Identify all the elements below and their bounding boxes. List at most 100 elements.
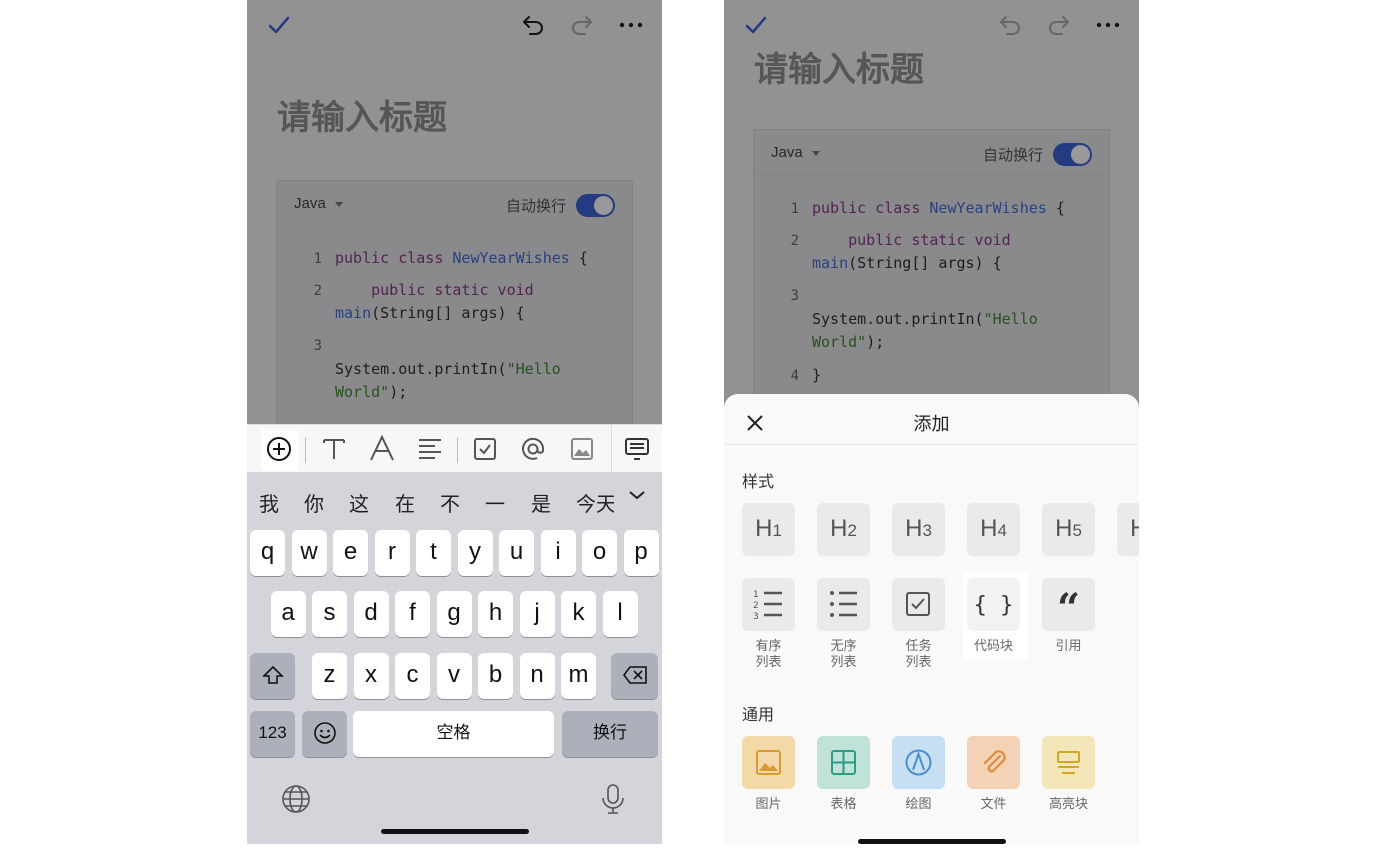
more-icon[interactable] xyxy=(1095,12,1121,38)
heading-4-button[interactable]: H4 xyxy=(967,503,1020,556)
code-line-4: } xyxy=(812,364,1102,387)
key-g[interactable]: g xyxy=(436,591,472,637)
wrap-toggle[interactable] xyxy=(576,194,615,217)
language-selector[interactable]: Java xyxy=(294,195,326,212)
code-block-button[interactable]: { } xyxy=(967,578,1020,631)
heading-3-label: H3 xyxy=(892,515,945,543)
image-button[interactable] xyxy=(742,736,795,789)
font-color-icon[interactable] xyxy=(367,434,397,464)
unordered-list-button[interactable] xyxy=(817,578,870,631)
add-circle-icon[interactable] xyxy=(264,434,294,464)
chevron-down-icon[interactable] xyxy=(628,486,646,504)
text-style-icon[interactable] xyxy=(319,434,349,464)
key-n[interactable]: n xyxy=(519,653,555,699)
caret-down-icon[interactable] xyxy=(335,202,343,207)
more-icon[interactable] xyxy=(618,12,644,38)
wrap-label: 自动换行 xyxy=(505,197,566,215)
editor-top-bar xyxy=(247,0,662,48)
align-icon[interactable] xyxy=(415,434,445,464)
key-q[interactable]: q xyxy=(250,530,285,576)
key-v[interactable]: v xyxy=(436,653,472,699)
confirm-check-icon[interactable] xyxy=(743,12,769,38)
key-x[interactable]: x xyxy=(353,653,389,699)
backspace-key[interactable] xyxy=(611,653,658,699)
table-button[interactable] xyxy=(817,736,870,789)
title-placeholder[interactable]: 请输入标题 xyxy=(754,42,924,91)
undo-icon[interactable] xyxy=(520,12,546,38)
heading-2-button[interactable]: H2 xyxy=(817,503,870,556)
heading-level: 1 xyxy=(772,521,782,540)
code-line-3: System.out.printIn("Hello World"); xyxy=(335,358,625,404)
candidate[interactable]: 一 xyxy=(485,488,505,517)
mention-icon[interactable] xyxy=(518,434,548,464)
heading-6-button[interactable]: H6 xyxy=(1117,503,1139,556)
key-o[interactable]: o xyxy=(582,530,617,576)
candidate[interactable]: 我 xyxy=(259,488,279,517)
title-placeholder[interactable]: 请输入标题 xyxy=(277,90,447,139)
key-l[interactable]: l xyxy=(602,591,638,637)
code-block[interactable]: Java 自动换行 1 public class NewYearWishes {… xyxy=(276,180,633,430)
code-block-label: 代码块 xyxy=(973,639,1013,654)
undo-icon[interactable] xyxy=(997,12,1023,38)
candidate[interactable]: 这 xyxy=(349,488,369,517)
task-list-button[interactable] xyxy=(892,578,945,631)
candidate[interactable]: 在 xyxy=(395,488,415,517)
key-m[interactable]: m xyxy=(561,653,596,699)
wrap-toggle[interactable] xyxy=(1053,143,1092,166)
key-h[interactable]: h xyxy=(478,591,513,637)
caret-down-icon[interactable] xyxy=(812,151,820,156)
code-block[interactable]: Java 自动换行 1 public class NewYearWishes {… xyxy=(753,129,1110,399)
globe-icon[interactable] xyxy=(280,783,312,815)
key-p[interactable]: p xyxy=(623,530,659,576)
ordered-list-icon: 123 xyxy=(753,590,782,622)
keyboard-hide-icon[interactable] xyxy=(622,434,652,464)
space-key[interactable]: 空格 xyxy=(353,711,554,757)
key-s[interactable]: s xyxy=(312,591,347,637)
key-d[interactable]: d xyxy=(353,591,389,637)
key-j[interactable]: j xyxy=(519,591,555,637)
panel-title: 添加 xyxy=(913,414,950,435)
key-w[interactable]: w xyxy=(291,530,327,576)
heading-1-button[interactable]: H1 xyxy=(742,503,795,556)
drawing-icon xyxy=(905,749,932,776)
quote-button[interactable]: “ xyxy=(1042,578,1095,632)
heading-3-button[interactable]: H3 xyxy=(892,503,945,556)
shift-key[interactable] xyxy=(250,653,295,699)
key-t[interactable]: t xyxy=(416,530,451,576)
highlight-block-button[interactable] xyxy=(1042,736,1095,789)
candidate[interactable]: 今天 xyxy=(576,488,614,517)
key-a[interactable]: a xyxy=(270,591,306,637)
checkbox-icon[interactable] xyxy=(470,434,500,464)
key-f[interactable]: f xyxy=(395,591,430,637)
key-b[interactable]: b xyxy=(478,653,513,699)
key-y[interactable]: y xyxy=(457,530,493,576)
redo-icon[interactable] xyxy=(569,12,595,38)
language-selector[interactable]: Java xyxy=(771,144,803,161)
drawing-button[interactable] xyxy=(892,736,945,789)
key-e[interactable]: e xyxy=(333,530,368,576)
heading-5-button[interactable]: H5 xyxy=(1042,503,1095,556)
candidate[interactable]: 你 xyxy=(304,488,324,517)
candidate[interactable]: 是 xyxy=(531,488,551,517)
key-r[interactable]: r xyxy=(374,530,410,576)
image-icon[interactable] xyxy=(567,434,597,464)
editor-screen-add-panel: 请输入标题 Java 自动换行 1 public class NewYearWi… xyxy=(724,0,1139,844)
code-block-header: Java 自动换行 xyxy=(277,181,632,227)
return-key[interactable]: 换行 xyxy=(562,711,658,757)
key-z[interactable]: z xyxy=(312,653,347,699)
attachment-button[interactable] xyxy=(967,736,1020,789)
key-k[interactable]: k xyxy=(561,591,596,637)
emoji-key[interactable] xyxy=(302,711,347,757)
heading-2-label: H2 xyxy=(817,515,870,543)
numbers-key[interactable]: 123 xyxy=(250,711,295,757)
candidate[interactable]: 不 xyxy=(440,488,460,517)
ordered-list-button[interactable]: 123 xyxy=(742,578,795,631)
confirm-check-icon[interactable] xyxy=(266,12,292,38)
redo-icon[interactable] xyxy=(1046,12,1072,38)
microphone-icon[interactable] xyxy=(598,783,628,815)
key-i[interactable]: i xyxy=(540,530,576,576)
ordered-list-label: 有序 列表 xyxy=(755,639,782,670)
editor-screen-keyboard: 请输入标题 Java 自动换行 1 public class NewYearWi… xyxy=(247,0,662,844)
key-c[interactable]: c xyxy=(395,653,430,699)
key-u[interactable]: u xyxy=(499,530,534,576)
